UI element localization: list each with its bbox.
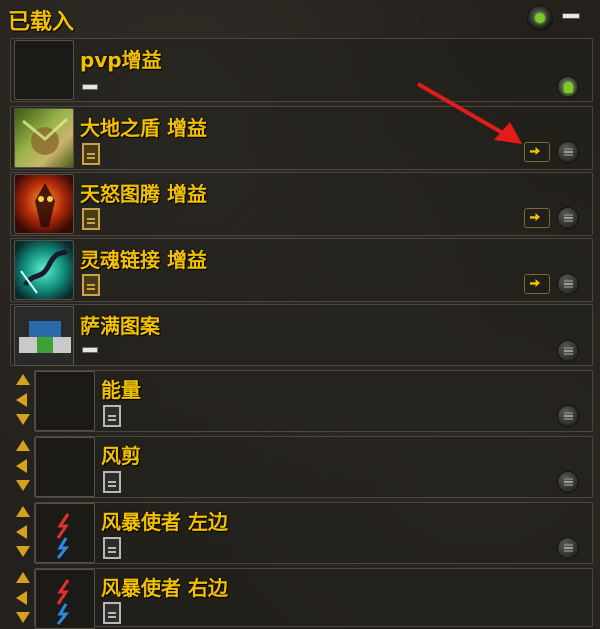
aura-name: 萨满图案 [80, 314, 160, 338]
aura-config-icon[interactable] [103, 405, 121, 427]
group-icon-empty [14, 40, 74, 100]
panel-title: 已载入 [8, 10, 75, 35]
group-name: pvp增益 [80, 48, 162, 72]
move-left-icon[interactable] [16, 459, 27, 473]
aura-name: 能量 [101, 378, 141, 402]
move-left-icon[interactable] [16, 525, 27, 539]
aura-toggle-button[interactable] [557, 340, 579, 362]
move-left-icon[interactable] [16, 393, 27, 407]
shaman-pattern-icon [14, 306, 74, 366]
aura-name: 灵魂链接 增益 [80, 248, 207, 272]
move-up-icon[interactable] [16, 440, 30, 451]
aura-toggle-button[interactable] [557, 141, 579, 163]
unload-arrow-button[interactable] [524, 208, 550, 228]
green-light-icon [564, 82, 573, 93]
collapse-button[interactable] [562, 13, 580, 19]
aura-icon-empty [35, 437, 95, 497]
aura-config-icon[interactable] [82, 143, 100, 165]
aura-config-icon[interactable] [82, 208, 100, 230]
reorder-controls[interactable] [14, 372, 32, 428]
unload-arrow-button[interactable] [524, 274, 550, 294]
arrow-right-icon [530, 213, 540, 221]
aura-name: 天怒图腾 增益 [80, 182, 207, 206]
aura-toggle-button[interactable] [557, 405, 579, 427]
aura-name: 风剪 [101, 444, 141, 468]
arrow-right-icon [530, 279, 540, 287]
stormbringer-icon [35, 569, 95, 629]
move-up-icon[interactable] [16, 572, 30, 583]
load-toggle-button[interactable] [527, 5, 553, 31]
move-left-icon[interactable] [16, 591, 27, 605]
aura-toggle-button[interactable] [557, 537, 579, 559]
spirit-link-icon [14, 240, 74, 300]
move-down-icon[interactable] [16, 480, 30, 491]
aura-config-icon[interactable] [103, 471, 121, 493]
aura-toggle-button[interactable] [557, 207, 579, 229]
skyfury-totem-icon [14, 174, 74, 234]
aura-config-icon[interactable] [82, 274, 100, 296]
reorder-controls[interactable] [14, 438, 32, 494]
reorder-controls[interactable] [14, 504, 32, 560]
aura-toggle-button[interactable] [557, 471, 579, 493]
aura-name: 风暴使者 右边 [101, 576, 228, 600]
aura-toggle-button[interactable] [557, 273, 579, 295]
aura-config-icon[interactable] [103, 602, 121, 624]
move-down-icon[interactable] [16, 414, 30, 425]
move-up-icon[interactable] [16, 374, 30, 385]
move-down-icon[interactable] [16, 546, 30, 557]
annotation-arrow-icon [416, 82, 522, 144]
move-up-icon[interactable] [16, 506, 30, 517]
move-down-icon[interactable] [16, 612, 30, 623]
group-enable-toggle[interactable] [557, 76, 579, 98]
aura-collapse-button[interactable] [82, 347, 98, 353]
reorder-controls[interactable] [14, 570, 32, 626]
group-collapse-button[interactable] [82, 84, 98, 90]
stormbringer-icon [35, 503, 95, 563]
aura-icon-empty [35, 371, 95, 431]
aura-name: 风暴使者 左边 [101, 510, 228, 534]
earth-shield-icon [14, 108, 74, 168]
aura-name: 大地之盾 增益 [80, 116, 207, 140]
status-light-icon [535, 13, 545, 23]
aura-config-icon[interactable] [103, 537, 121, 559]
